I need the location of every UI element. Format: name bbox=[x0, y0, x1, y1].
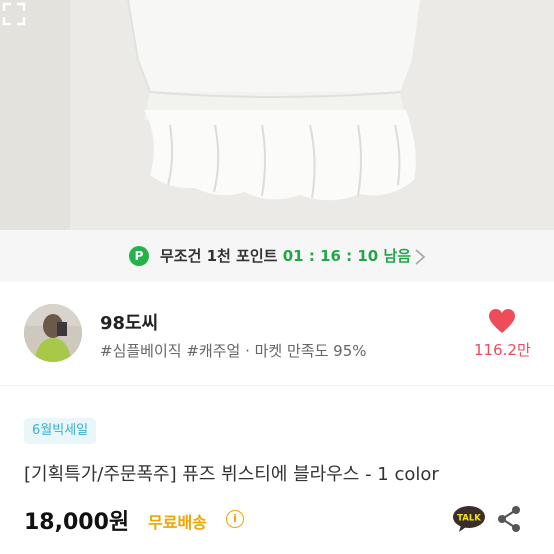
divider bbox=[0, 385, 554, 386]
point-banner-suffix: 남음 bbox=[383, 247, 412, 265]
shipping-label: 무료배송 bbox=[148, 513, 207, 532]
event-tag: 6월빅세일 bbox=[24, 418, 97, 444]
shop-tags[interactable]: #심플베이직 #캐주얼 bbox=[100, 342, 240, 360]
svg-text:TALK: TALK bbox=[457, 514, 481, 524]
shop-satisfaction: · 마켓 만족도 95% bbox=[245, 342, 367, 360]
like-count: 116.2만 bbox=[474, 341, 531, 359]
point-badge-icon: P bbox=[129, 246, 149, 266]
shop-avatar[interactable] bbox=[24, 304, 82, 362]
heart-icon[interactable] bbox=[488, 308, 516, 334]
product-price: 18,000원 bbox=[24, 510, 130, 535]
product-photo bbox=[0, 0, 554, 230]
point-banner-text: 무조건 1천 포인트 01 : 16 : 10 남음 bbox=[160, 245, 411, 266]
point-banner-label: 무조건 1천 포인트 bbox=[160, 247, 278, 265]
product-image[interactable] bbox=[0, 0, 554, 230]
kakaotalk-icon[interactable]: TALK bbox=[452, 505, 486, 533]
avatar-image bbox=[24, 304, 82, 362]
share-icon[interactable] bbox=[496, 505, 522, 533]
shop-name[interactable]: 98도씨 bbox=[100, 309, 158, 335]
chevron-right-icon bbox=[415, 249, 426, 265]
info-icon[interactable]: i bbox=[226, 510, 244, 528]
shop-meta: #심플베이직 #캐주얼 · 마켓 만족도 95% bbox=[100, 340, 367, 361]
product-title: [기획특가/주문폭주] 퓨즈 뷔스티에 블라우스 - 1 color bbox=[24, 464, 439, 485]
point-banner-timer: 01 : 16 : 10 bbox=[282, 247, 379, 265]
expand-icon[interactable] bbox=[0, 0, 28, 28]
